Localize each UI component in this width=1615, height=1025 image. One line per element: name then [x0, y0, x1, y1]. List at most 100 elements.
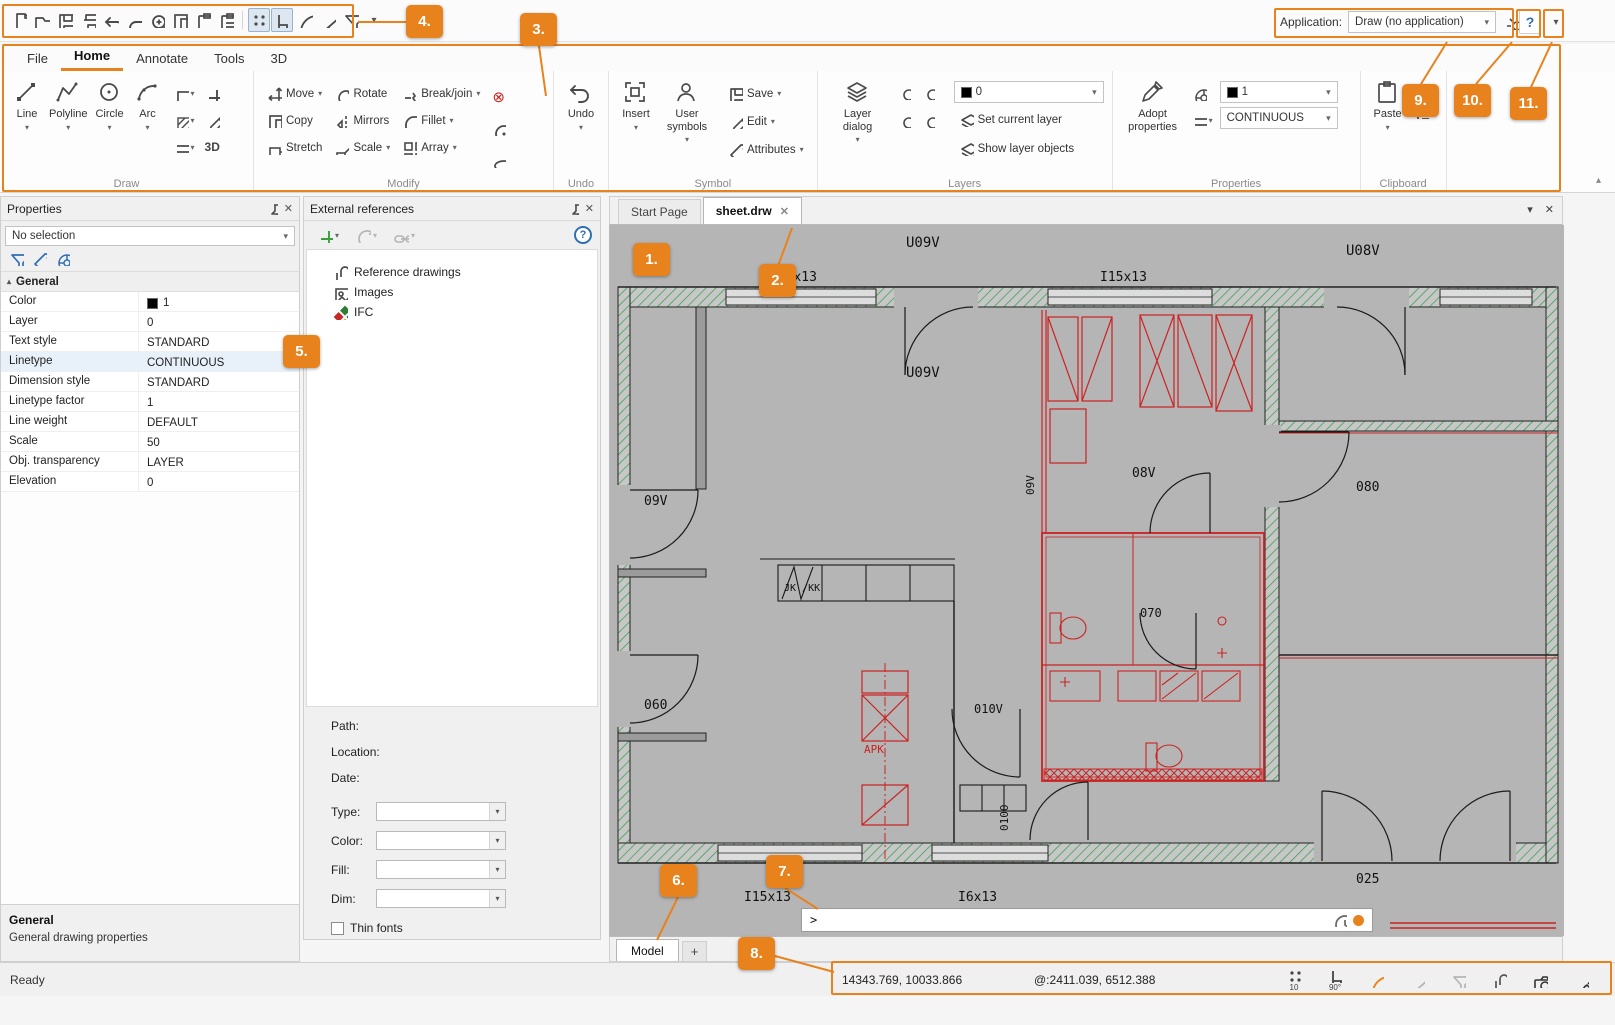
modify-array-button[interactable]: Array▾: [397, 135, 485, 160]
open-file-icon[interactable]: [31, 8, 53, 32]
freehand-icon[interactable]: [202, 108, 223, 132]
symbol-user-symbols-button[interactable]: User symbols▾: [655, 75, 719, 149]
zoom-icon[interactable]: [146, 8, 168, 32]
modify-stretch-button[interactable]: Stretch: [262, 135, 327, 160]
layer-freeze-icon[interactable]: [894, 109, 914, 133]
drawing-canvas[interactable]: U09VI25x13I15x13U08VU09V09V06008V09V0700…: [609, 225, 1563, 936]
tree-item-ifc[interactable]: IFC: [307, 302, 597, 322]
symbol-save-button[interactable]: Save▾: [723, 81, 809, 106]
draw-circle-button[interactable]: Circle▾: [91, 75, 129, 137]
ortho-toggle-icon[interactable]: [271, 8, 293, 32]
command-line[interactable]: >: [801, 908, 1373, 932]
symbol-edit-button[interactable]: Edit▾: [723, 109, 809, 134]
undo-icon[interactable]: [100, 8, 122, 32]
hatch-icon[interactable]: ▾: [171, 108, 198, 132]
centerline-icon[interactable]: [202, 81, 223, 105]
pin-icon[interactable]: [566, 202, 579, 215]
draw-arc-button[interactable]: Arc▾: [129, 75, 167, 137]
save-file-icon[interactable]: [54, 8, 76, 32]
xref-help-button[interactable]: ?: [574, 226, 592, 244]
show-layer-objects-button[interactable]: Show layer objects: [954, 136, 1104, 161]
slope-status-icon[interactable]: [1405, 973, 1429, 988]
thin-fonts-checkbox[interactable]: Thin fonts: [331, 921, 600, 935]
close-document-icon[interactable]: ✕: [1545, 203, 1554, 216]
slope-toggle-icon[interactable]: [317, 8, 339, 32]
osnap-toggle-icon[interactable]: [294, 8, 316, 32]
snapshot-status-icon[interactable]: [1528, 973, 1552, 988]
property-row-layer[interactable]: Layer0: [1, 312, 299, 332]
tree-item-reference-drawings[interactable]: Reference drawings: [307, 262, 597, 282]
filter-icon[interactable]: [9, 251, 24, 266]
add-reference-button[interactable]: ▾: [312, 224, 344, 246]
property-settings-icon[interactable]: [55, 251, 70, 266]
property-row-elevation[interactable]: Elevation0: [1, 472, 299, 492]
new-file-icon[interactable]: [8, 8, 30, 32]
print-icon[interactable]: [77, 8, 99, 32]
layer-on-icon[interactable]: [894, 81, 914, 105]
color-dropdown[interactable]: 1 ▾: [1220, 81, 1338, 103]
paste-special-icon[interactable]: [1411, 99, 1432, 123]
property-row-dimension-style[interactable]: Dimension styleSTANDARD: [1, 372, 299, 392]
tree-item-images[interactable]: Images: [307, 282, 597, 302]
topbar-overflow-button[interactable]: ▾: [1545, 10, 1567, 34]
sketch-status-icon[interactable]: [1569, 973, 1593, 988]
grid-toggle-icon[interactable]: [248, 8, 270, 32]
fill-dropdown[interactable]: ▾: [376, 860, 506, 879]
pin-icon[interactable]: [265, 202, 278, 215]
tab-sheet-drw[interactable]: sheet.drw✕: [703, 197, 802, 224]
symbol-attributes-button[interactable]: Attributes▾: [723, 137, 809, 162]
tab-start-page[interactable]: Start Page: [618, 199, 701, 224]
draw-line-button[interactable]: Line▾: [8, 75, 46, 137]
ellipse-icon[interactable]: [489, 149, 509, 173]
menu-tab-3d[interactable]: 3D: [257, 47, 300, 71]
menu-tab-tools[interactable]: Tools: [201, 47, 257, 71]
add-layout-tab-button[interactable]: +: [682, 941, 708, 961]
layer-dialog-button[interactable]: Layer dialog ▾: [826, 75, 890, 149]
quick-select-icon[interactable]: [32, 251, 47, 266]
undo-button[interactable]: Undo ▾: [562, 75, 600, 137]
close-tab-icon[interactable]: ✕: [780, 205, 789, 218]
modify-copy-button[interactable]: Copy: [262, 108, 327, 133]
modify-scale-button[interactable]: Scale▾: [329, 135, 395, 160]
type-dropdown[interactable]: ▾: [376, 802, 506, 821]
property-row-color[interactable]: Color1: [1, 292, 299, 312]
property-row-linetype-factor[interactable]: Linetype factor1: [1, 392, 299, 412]
osnap-status-icon[interactable]: [1364, 973, 1388, 988]
property-row-text-style[interactable]: Text styleSTANDARD: [1, 332, 299, 352]
filter-status-icon[interactable]: [1446, 973, 1470, 988]
refresh-reference-button[interactable]: ▾: [350, 224, 382, 246]
menu-tab-file[interactable]: File: [14, 47, 61, 71]
redo-icon[interactable]: [123, 8, 145, 32]
layer-isolate-icon[interactable]: [918, 109, 938, 133]
menu-tab-annotate[interactable]: Annotate: [123, 47, 201, 71]
dim-dropdown[interactable]: ▾: [376, 889, 506, 908]
rectangle-icon[interactable]: ▾: [171, 81, 198, 105]
set-current-layer-button[interactable]: Set current layer: [954, 107, 1104, 132]
link-reference-button[interactable]: ▾: [388, 224, 420, 246]
multiline-icon[interactable]: ▾: [171, 135, 198, 159]
paste-button[interactable]: Paste ▾: [1369, 75, 1407, 137]
attach-status-icon[interactable]: [1487, 973, 1511, 988]
modify-rotate-button[interactable]: Rotate: [329, 81, 395, 106]
collapse-ribbon-button[interactable]: ▴: [1596, 175, 1601, 186]
draw-polyline-button[interactable]: Polyline▾: [46, 75, 91, 137]
offset-icon[interactable]: [489, 117, 509, 141]
current-layer-dropdown[interactable]: 0 ▾: [954, 81, 1104, 103]
tab-model[interactable]: Model: [616, 939, 679, 961]
layer-lock-icon[interactable]: [918, 81, 938, 105]
symbol-insert-button[interactable]: Insert▾: [617, 75, 655, 149]
close-icon[interactable]: ✕: [284, 202, 293, 215]
tab-list-icon[interactable]: ▾: [1527, 203, 1533, 216]
modify-move-button[interactable]: Move▾: [262, 81, 327, 106]
linetype-dropdown[interactable]: CONTINUOUS ▾: [1220, 107, 1338, 129]
help-button[interactable]: ?: [1519, 10, 1541, 34]
property-row-obj-transparency[interactable]: Obj. transparencyLAYER: [1, 452, 299, 472]
application-dropdown[interactable]: Draw (no application) ▾: [1348, 11, 1496, 33]
adopt-properties-button[interactable]: Adopt properties: [1121, 75, 1185, 138]
property-row-line-weight[interactable]: Line weightDEFAULT: [1, 412, 299, 432]
grid-status-icon[interactable]: 10: [1282, 968, 1306, 992]
modify-fillet-button[interactable]: Fillet▾: [397, 108, 485, 133]
filter-toggle-icon[interactable]: [340, 8, 362, 32]
menu-tab-home[interactable]: Home: [61, 44, 123, 71]
modify-mirrors-button[interactable]: Mirrors: [329, 108, 395, 133]
